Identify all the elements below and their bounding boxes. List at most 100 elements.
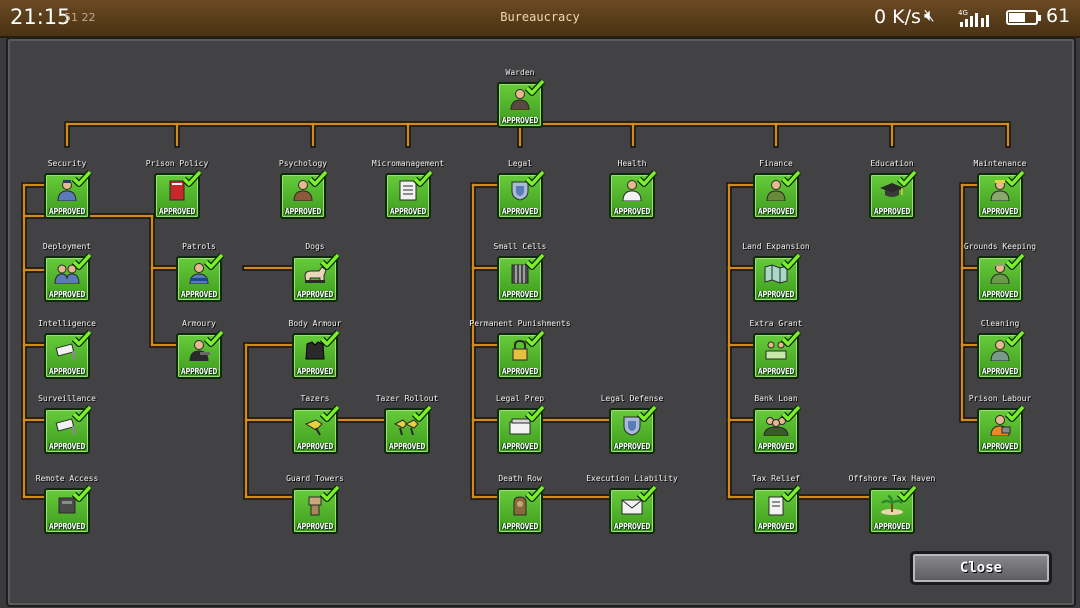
node-dogs: Dogs APPROVED (285, 228, 345, 304)
node-label: Bank Loan (754, 394, 798, 403)
node-tile-education[interactable]: APPROVED (869, 170, 917, 219)
node-tile-deployment[interactable]: APPROVED (44, 253, 92, 302)
node-tile-bank-loan[interactable]: APPROVED (753, 405, 801, 454)
node-tile-micromanagement[interactable]: APPROVED (385, 170, 433, 219)
node-label: Warden (505, 68, 535, 77)
node-tile-guard-towers[interactable]: APPROVED (292, 485, 340, 534)
approved-status: APPROVED (284, 207, 322, 216)
node-land-expansion: Land Expansion APPROVED (742, 228, 810, 304)
approved-status: APPROVED (757, 522, 795, 531)
checkmark-icon (897, 485, 917, 502)
node-tile-security[interactable]: APPROVED (44, 170, 92, 219)
checkmark-icon (525, 79, 545, 96)
checkmark-icon (897, 170, 917, 187)
checkmark-icon (320, 485, 340, 502)
close-button[interactable]: Close (910, 551, 1052, 585)
node-tile-intelligence[interactable]: APPROVED (44, 330, 92, 379)
node-label: Prison Policy (145, 159, 209, 168)
node-tile-warden[interactable]: APPROVED (497, 79, 545, 128)
node-tile-armoury[interactable]: APPROVED (176, 330, 224, 379)
node-tile-death-row[interactable]: APPROVED (497, 485, 545, 534)
node-label: Dogs (305, 242, 325, 251)
checkmark-icon (525, 170, 545, 187)
checkmark-icon (781, 405, 801, 422)
node-bank-loan: Bank Loan APPROVED (746, 380, 806, 456)
node-tile-small-cells[interactable]: APPROVED (497, 253, 545, 302)
node-tile-tazer-rollout[interactable]: APPROVED (384, 405, 432, 454)
node-warden: Warden APPROVED (490, 54, 550, 130)
checkmark-icon (412, 405, 432, 422)
node-tile-grounds-keeping[interactable]: APPROVED (977, 253, 1025, 302)
approved-status: APPROVED (981, 442, 1019, 451)
approved-status: APPROVED (48, 290, 86, 299)
node-tile-execution-liability[interactable]: APPROVED (609, 485, 657, 534)
approved-status: APPROVED (501, 442, 539, 451)
node-body-armour: Body Armour APPROVED (285, 305, 345, 381)
approved-status: APPROVED (388, 442, 426, 451)
approved-status: APPROVED (296, 442, 334, 451)
checkmark-icon (72, 170, 92, 187)
checkmark-icon (72, 485, 92, 502)
checkmark-icon (182, 170, 202, 187)
checkmark-icon (413, 170, 433, 187)
node-tile-remote-access[interactable]: APPROVED (44, 485, 92, 534)
checkmark-icon (781, 253, 801, 270)
node-execution-liability: Execution Liability APPROVED (586, 460, 678, 536)
node-tile-patrols[interactable]: APPROVED (176, 253, 224, 302)
node-tile-surveillance[interactable]: APPROVED (44, 405, 92, 454)
checkmark-icon (525, 253, 545, 270)
node-grounds-keeping: Grounds Keeping APPROVED (964, 228, 1036, 304)
node-label: Legal Defense (600, 394, 664, 403)
approved-status: APPROVED (501, 116, 539, 125)
node-tile-tax-relief[interactable]: APPROVED (753, 485, 801, 534)
node-psychology: Psychology APPROVED (273, 145, 333, 221)
node-tile-cleaning[interactable]: APPROVED (977, 330, 1025, 379)
checkmark-icon (525, 485, 545, 502)
node-label: Deployment (42, 242, 92, 251)
node-tile-legal[interactable]: APPROVED (497, 170, 545, 219)
node-tax-relief: Tax Relief APPROVED (746, 460, 806, 536)
checkmark-icon (781, 330, 801, 347)
node-remote-access: Remote Access APPROVED (36, 460, 98, 536)
node-tile-prison-policy[interactable]: APPROVED (154, 170, 202, 219)
approved-status: APPROVED (180, 290, 218, 299)
checkmark-icon (1005, 330, 1025, 347)
approved-status: APPROVED (48, 367, 86, 376)
node-tile-legal-defense[interactable]: APPROVED (609, 405, 657, 454)
node-tile-finance[interactable]: APPROVED (753, 170, 801, 219)
approved-status: APPROVED (296, 522, 334, 531)
approved-status: APPROVED (180, 367, 218, 376)
approved-status: APPROVED (981, 367, 1019, 376)
node-tile-psychology[interactable]: APPROVED (280, 170, 328, 219)
node-legal-defense: Legal Defense APPROVED (601, 380, 663, 456)
node-label: Remote Access (35, 474, 99, 483)
node-tile-tazers[interactable]: APPROVED (292, 405, 340, 454)
checkmark-icon (1005, 170, 1025, 187)
node-tile-permanent-punishments[interactable]: APPROVED (497, 330, 545, 379)
node-label: Small Cells (493, 242, 547, 251)
checkmark-icon (308, 170, 328, 187)
node-tile-prison-labour[interactable]: APPROVED (977, 405, 1025, 454)
node-label: Execution Liability (586, 474, 678, 483)
node-small-cells: Small Cells APPROVED (490, 228, 550, 304)
checkmark-icon (781, 485, 801, 502)
approved-status: APPROVED (296, 367, 334, 376)
approved-status: APPROVED (296, 290, 334, 299)
node-maintenance: Maintenance APPROVED (970, 145, 1030, 221)
node-tile-body-armour[interactable]: APPROVED (292, 330, 340, 379)
node-health: Health APPROVED (602, 145, 662, 221)
node-tile-offshore-tax-haven[interactable]: APPROVED (869, 485, 917, 534)
node-tile-dogs[interactable]: APPROVED (292, 253, 340, 302)
node-tile-maintenance[interactable]: APPROVED (977, 170, 1025, 219)
node-tile-health[interactable]: APPROVED (609, 170, 657, 219)
approved-status: APPROVED (757, 367, 795, 376)
node-tile-extra-grant[interactable]: APPROVED (753, 330, 801, 379)
node-offshore-tax-haven: Offshore Tax Haven APPROVED (849, 460, 935, 536)
node-legal-prep: Legal Prep APPROVED (490, 380, 550, 456)
approved-status: APPROVED (757, 442, 795, 451)
node-tile-legal-prep[interactable]: APPROVED (497, 405, 545, 454)
node-prison-labour: Prison Labour APPROVED (969, 380, 1031, 456)
approved-status: APPROVED (501, 207, 539, 216)
node-tile-land-expansion[interactable]: APPROVED (753, 253, 801, 302)
node-surveillance: Surveillance APPROVED (37, 380, 97, 456)
